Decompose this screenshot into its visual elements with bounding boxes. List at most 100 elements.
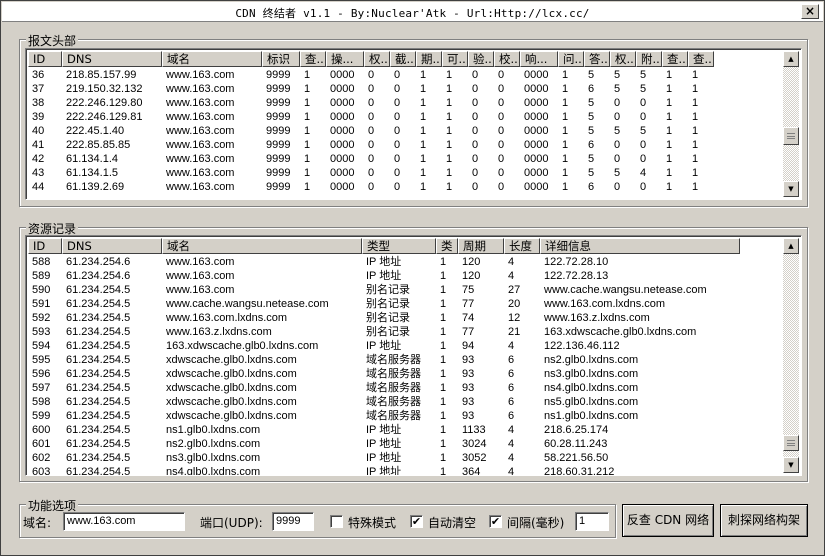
records-table-row[interactable]: 596 61.234.254.5 xdwscache.glb0.lxdns.com 域… bbox=[28, 367, 740, 381]
header-table-cell: 0000 bbox=[330, 153, 355, 165]
header-table-cell: 0 bbox=[368, 167, 375, 179]
records-column-header[interactable]: 长度 bbox=[504, 238, 540, 254]
header-column-header[interactable]: 查... bbox=[662, 51, 688, 67]
records-table-row[interactable]: 602 61.234.254.5 ns3.glb0.lxdns.com IP 地址 1 3… bbox=[28, 451, 740, 465]
header-column-header[interactable]: 查... bbox=[300, 51, 326, 67]
records-table-row[interactable]: 601 61.234.254.5 ns2.glb0.lxdns.com IP 地址 1 3… bbox=[28, 437, 740, 451]
header-column-header[interactable]: 权... bbox=[610, 51, 636, 67]
records-table-row[interactable]: 603 61.234.254.5 ns4.glb0.lxdns.com IP 地址 1 3… bbox=[28, 465, 740, 475]
header-table-cell: 0 bbox=[394, 125, 401, 137]
records-column-header[interactable]: 域名 bbox=[162, 238, 362, 254]
header-table-cell: 0000 bbox=[524, 139, 549, 151]
records-column-header[interactable]: 类型 bbox=[362, 238, 436, 254]
scroll-thumb[interactable] bbox=[783, 127, 799, 145]
records-table-row[interactable]: 593 61.234.254.5 www.163.z.lxdns.com 别名记录 1 7… bbox=[28, 325, 740, 339]
header-column-header[interactable]: 操... bbox=[326, 51, 364, 67]
records-table-row[interactable]: 594 61.234.254.5 163.xdwscache.glb0.lxdns.… bbox=[28, 339, 740, 353]
records-column-header[interactable]: 详细信息 bbox=[540, 238, 740, 254]
header-table-cell: 39 bbox=[32, 111, 45, 123]
header-table-cell: 0000 bbox=[524, 83, 549, 95]
header-table-row[interactable]: 43 61.134.1.5 www.163.com 9999 1 0000 0 0 1 1 0 0 00… bbox=[28, 166, 714, 180]
domain-label: 域名: bbox=[23, 516, 52, 530]
header-table-row[interactable]: 44 61.139.2.69 www.163.com 9999 1 0000 0 0 1 1 0 0 0… bbox=[28, 180, 714, 194]
header-table-row[interactable]: 37 219.150.32.132 www.163.com 9999 1 0000 0 0 1 1… bbox=[28, 82, 714, 96]
header-column-header[interactable]: ID bbox=[28, 51, 62, 67]
records-table-cell: 593 bbox=[32, 326, 51, 338]
records-table-row[interactable]: 599 61.234.254.5 xdwscache.glb0.lxdns.com 域… bbox=[28, 409, 740, 423]
scroll-up-icon[interactable]: ▲ bbox=[783, 238, 799, 254]
header-column-header[interactable]: 查... bbox=[688, 51, 714, 67]
header-column-header[interactable]: 期... bbox=[416, 51, 442, 67]
close-button[interactable]: × bbox=[801, 4, 819, 19]
records-column-header[interactable]: ID bbox=[28, 238, 62, 254]
records-table-cell: 1 bbox=[440, 312, 447, 324]
header-table-row[interactable]: 38 222.246.129.80 www.163.com 9999 1 0000 0 0 1 1… bbox=[28, 96, 714, 110]
records-table-cell: 61.234.254.5 bbox=[66, 368, 131, 380]
reverse-cdn-button[interactable]: 反查 CDN 网络 bbox=[622, 504, 714, 537]
records-table-cell: 域名服务器 bbox=[366, 410, 421, 422]
header-column-header[interactable]: 附... bbox=[636, 51, 662, 67]
interval-checkbox[interactable]: ✔ bbox=[489, 515, 502, 528]
records-table-cell: 别名记录 bbox=[366, 284, 410, 296]
header-table-cell: 0 bbox=[498, 153, 505, 165]
scroll-down-icon[interactable]: ▼ bbox=[783, 457, 799, 473]
records-table-row[interactable]: 600 61.234.254.5 ns1.glb0.lxdns.com IP 地址 1 1… bbox=[28, 423, 740, 437]
header-column-header[interactable]: 可... bbox=[442, 51, 468, 67]
header-column-header[interactable]: 域名 bbox=[162, 51, 262, 67]
records-table-cell: 别名记录 bbox=[366, 312, 410, 324]
header-table-cell: 1 bbox=[562, 125, 569, 137]
port-input[interactable]: 9999 bbox=[272, 512, 314, 531]
header-column-header[interactable]: 响... bbox=[520, 51, 558, 67]
records-table-row[interactable]: 597 61.234.254.5 xdwscache.glb0.lxdns.com 域… bbox=[28, 381, 740, 395]
header-table-cell: 1 bbox=[446, 181, 453, 193]
records-table-row[interactable]: 588 61.234.254.6 www.163.com IP 地址 1 120 4 122.… bbox=[28, 255, 740, 269]
records-table-cell: 3024 bbox=[462, 438, 487, 450]
records-listview[interactable]: ID DNS 域名 类型类周期 长度 详细信息 588 61.234.254.6 www.16… bbox=[25, 235, 802, 476]
probe-network-button[interactable]: 刺探网络构架 bbox=[720, 504, 808, 537]
records-table-row[interactable]: 595 61.234.254.5 xdwscache.glb0.lxdns.com 域… bbox=[28, 353, 740, 367]
header-table-cell: 5 bbox=[588, 69, 595, 81]
records-scrollbar[interactable]: ▲ ▼ bbox=[783, 238, 799, 473]
header-table-cell: 0 bbox=[472, 69, 479, 81]
scroll-down-icon[interactable]: ▼ bbox=[783, 181, 799, 197]
header-column-header[interactable]: 答... bbox=[584, 51, 610, 67]
header-table-cell: 0 bbox=[498, 83, 505, 95]
header-table-cell: 1 bbox=[666, 181, 673, 193]
header-listview[interactable]: ID DNS 域名 标识 查... 操... 权... 截... 期... 可... 验... 校..… bbox=[25, 48, 802, 200]
header-table-cell: 4 bbox=[640, 167, 647, 179]
header-column-header[interactable]: 问... bbox=[558, 51, 584, 67]
records-table-cell: www.cache.wangsu.netease.com bbox=[166, 298, 329, 310]
domain-input[interactable]: www.163.com bbox=[63, 512, 185, 531]
header-column-header[interactable]: 验... bbox=[468, 51, 494, 67]
header-table-row[interactable]: 36 218.85.157.99 www.163.com 9999 1 0000 0 0 1 1 0… bbox=[28, 68, 714, 82]
header-table-row[interactable]: 39 222.246.129.81 www.163.com 9999 1 0000 0 0 1 1… bbox=[28, 110, 714, 124]
header-column-header[interactable]: 标识 bbox=[262, 51, 300, 67]
header-table-cell: 0 bbox=[498, 97, 505, 109]
records-table-row[interactable]: 598 61.234.254.5 xdwscache.glb0.lxdns.com 域… bbox=[28, 395, 740, 409]
records-column-header[interactable]: 类 bbox=[436, 238, 458, 254]
header-column-header[interactable]: 校... bbox=[494, 51, 520, 67]
header-table-cell: 0 bbox=[472, 167, 479, 179]
auto-clear-checkbox[interactable]: ✔ bbox=[410, 515, 423, 528]
records-table-row[interactable]: 592 61.234.254.5 www.163.com.lxdns.com 别名记录… bbox=[28, 311, 740, 325]
scroll-thumb[interactable] bbox=[783, 435, 799, 451]
header-column-header[interactable]: 权... bbox=[364, 51, 390, 67]
header-table-cell: 0 bbox=[498, 111, 505, 123]
records-table-row[interactable]: 589 61.234.254.6 www.163.com IP 地址 1 120 4 122.… bbox=[28, 269, 740, 283]
header-table-row[interactable]: 42 61.134.1.4 www.163.com 9999 1 0000 0 0 1 1 0 0 00… bbox=[28, 152, 714, 166]
records-column-header[interactable]: 周期 bbox=[458, 238, 504, 254]
header-column-header[interactable]: DNS bbox=[62, 51, 162, 67]
scroll-up-icon[interactable]: ▲ bbox=[783, 51, 799, 67]
header-table-row[interactable]: 40 222.45.1.40 www.163.com 9999 1 0000 0 0 1 1 0 0 0… bbox=[28, 124, 714, 138]
special-mode-checkbox[interactable] bbox=[330, 515, 343, 528]
header-scrollbar[interactable]: ▲ ▼ bbox=[783, 51, 799, 197]
records-table-cell: 122.136.46.112 bbox=[544, 340, 620, 352]
records-table-row[interactable]: 590 61.234.254.5 www.163.com 别名记录 1 75 27 www.c… bbox=[28, 283, 740, 297]
records-table-row[interactable]: 591 61.234.254.5 www.cache.wangsu.netease.… bbox=[28, 297, 740, 311]
header-table-cell: 41 bbox=[32, 139, 45, 151]
header-table-row[interactable]: 41 222.85.85.85 www.163.com 9999 1 0000 0 0 1 1 0 0… bbox=[28, 138, 714, 152]
records-column-header[interactable]: DNS bbox=[62, 238, 162, 254]
interval-input[interactable]: 1 bbox=[575, 512, 609, 531]
header-table-cell: 1 bbox=[304, 167, 311, 179]
header-column-header[interactable]: 截... bbox=[390, 51, 416, 67]
